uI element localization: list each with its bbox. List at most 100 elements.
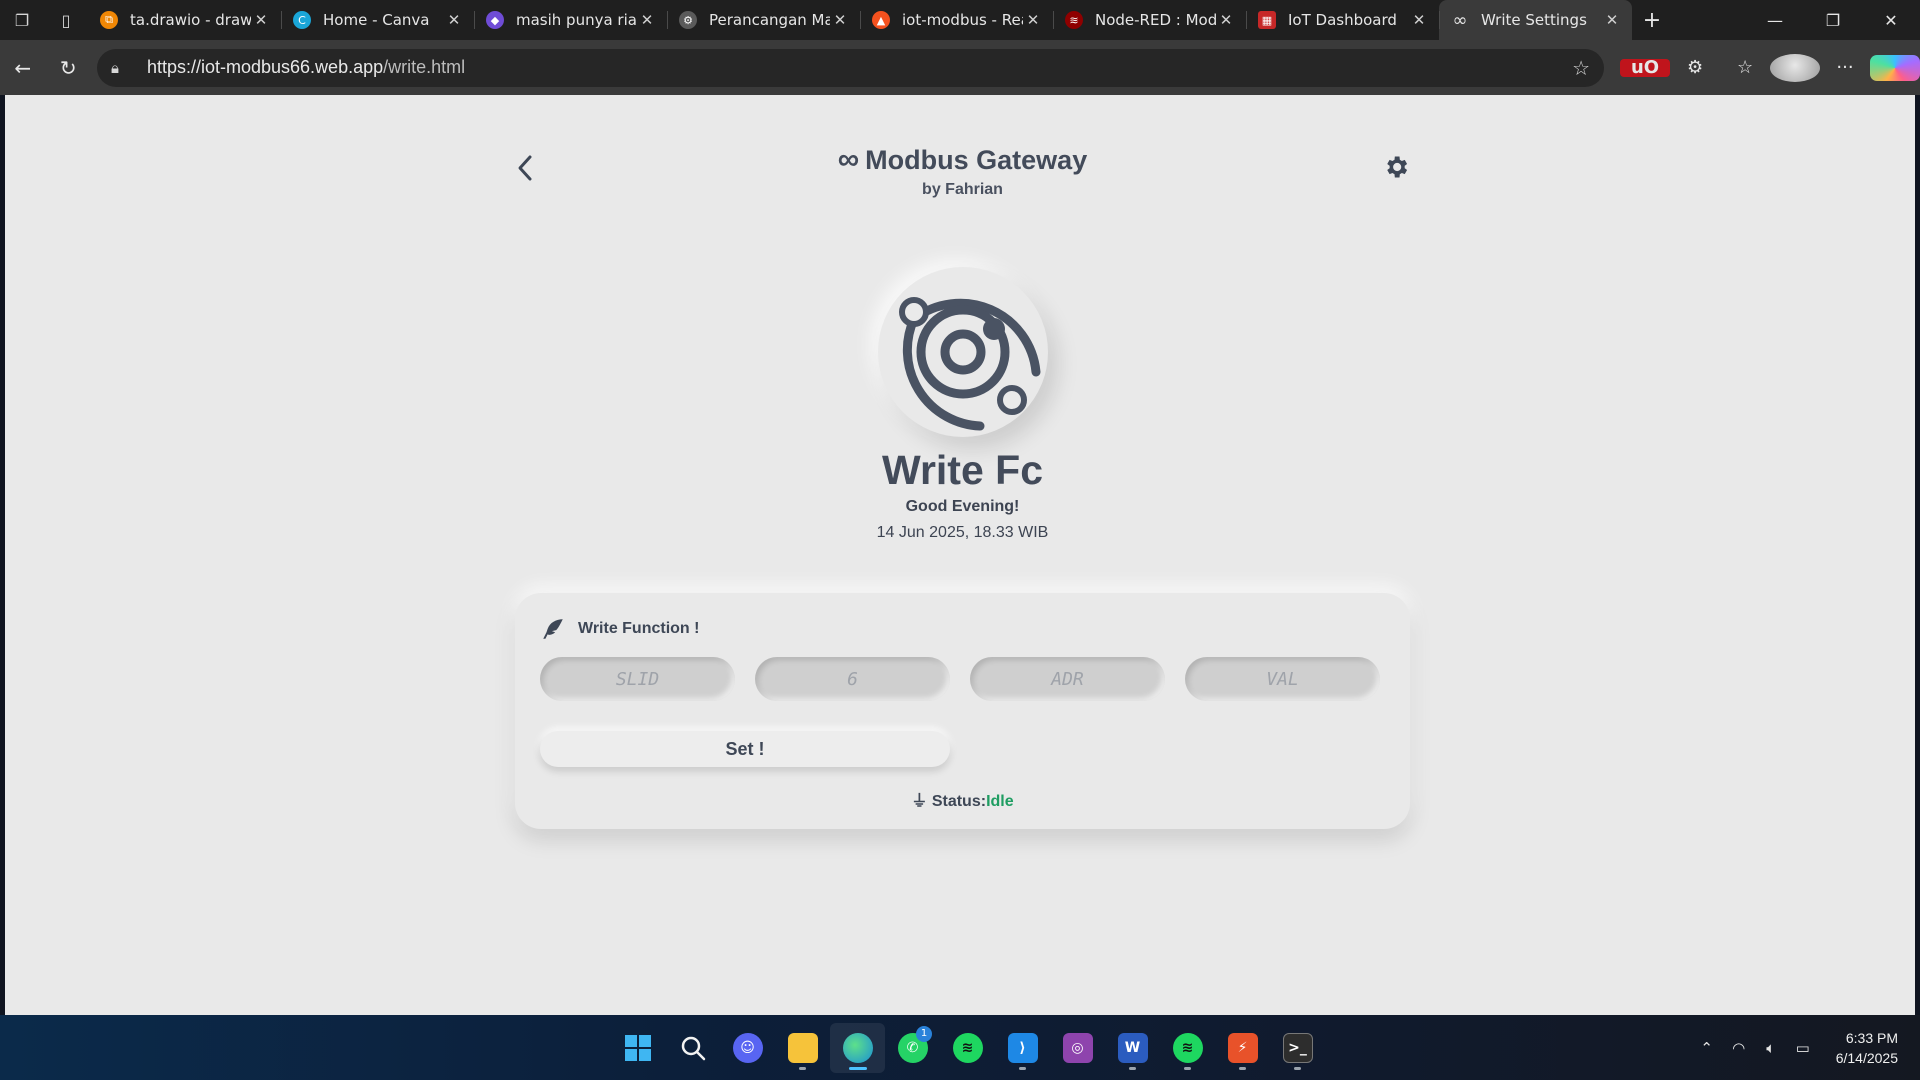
favorites-icon[interactable]: ☆ (1720, 57, 1770, 78)
volume-icon[interactable]: 🔈︎ (1756, 1039, 1786, 1057)
profile-avatar[interactable] (1770, 53, 1821, 82)
search-icon (681, 1036, 705, 1060)
more-menu-icon[interactable]: ··· (1820, 57, 1870, 78)
tab-title: iot-modbus - Rea (902, 11, 1023, 29)
tab-iot-dashboard[interactable]: ▦ IoT Dashboard ✕ (1246, 0, 1439, 40)
start-button[interactable] (610, 1023, 665, 1073)
reader-icon: ⚡ (1227, 1032, 1258, 1063)
chevron-up-icon[interactable]: ⌃ (1692, 1039, 1722, 1057)
app-icon: ◆ (486, 11, 504, 29)
discord-app[interactable]: ☺ (720, 1023, 775, 1073)
tab-firebase[interactable]: ▲ iot-modbus - Rea ✕ (860, 0, 1053, 40)
close-icon[interactable]: ✕ (1409, 11, 1429, 29)
dashboard-icon: ▦ (1258, 11, 1276, 29)
settings-gear-icon[interactable] (1382, 153, 1410, 181)
slave-id-input[interactable] (540, 657, 735, 701)
app-container: ∞ Modbus Gateway by Fahrian Write Fc Good… (515, 135, 1410, 829)
vertical-tabs-icon[interactable]: ▯ (44, 0, 88, 40)
edge-icon (842, 1032, 873, 1063)
greeting-text: Good Evening! (905, 498, 1020, 515)
close-icon[interactable]: ✕ (1216, 11, 1236, 29)
brand-subtitle: by Fahrian (922, 181, 1003, 198)
refresh-icon[interactable]: ↻ (45, 45, 90, 91)
file-explorer-app[interactable] (775, 1023, 830, 1073)
purple-app[interactable]: ◎ (1050, 1023, 1105, 1073)
edge-app[interactable] (830, 1022, 885, 1073)
extensions-icon[interactable]: ⚙ (1670, 57, 1720, 78)
feather-pen-icon (543, 619, 563, 639)
tab-node-red[interactable]: ≋ Node-RED : Modb ✕ (1053, 0, 1246, 40)
word-app[interactable]: W (1105, 1023, 1160, 1073)
infinity-icon: ∞ (1452, 9, 1468, 31)
tab-write-settings[interactable]: ∞ Write Settings ✕ (1439, 0, 1632, 40)
clock-time: 6:33 PM (1845, 1029, 1898, 1046)
close-icon[interactable]: ✕ (1023, 11, 1043, 29)
plug-icon: ⏚ (911, 793, 928, 810)
app-icon: ◎ (1062, 1032, 1093, 1063)
page-viewport: ∞ Modbus Gateway by Fahrian Write Fc Good… (5, 95, 1915, 1015)
url-text: https://iot-modbus66.web.app/write.html (146, 57, 466, 77)
tab-title: Node-RED : Modb (1095, 11, 1216, 29)
ublock-icon[interactable]: uO (1620, 57, 1671, 78)
favorite-star-icon[interactable]: ☆ (1572, 56, 1590, 80)
tab-drawio[interactable]: ⧉ ta.drawio - draw.io ✕ (88, 0, 281, 40)
address-input[interactable] (970, 657, 1165, 701)
reader-app[interactable]: ⚡ (1215, 1023, 1270, 1073)
terminal-icon: >_ (1282, 1032, 1313, 1063)
notification-badge: 1 (916, 1025, 932, 1042)
toolbar-icons: uO ⚙ ☆ ··· (1620, 53, 1920, 82)
function-code-input[interactable] (755, 657, 950, 701)
status-value: Idle (986, 793, 1014, 810)
chatgpt-icon: ⚙ (679, 11, 697, 29)
status-label: Status: (931, 793, 987, 810)
value-input[interactable] (1185, 657, 1380, 701)
discord-icon: ☺ (732, 1032, 763, 1063)
close-icon[interactable]: ✕ (1602, 11, 1622, 29)
wifi-icon[interactable]: ◠ (1724, 1039, 1754, 1057)
spotify-app[interactable]: ≋ (940, 1023, 995, 1073)
tab-title: Perancangan Mas (709, 11, 830, 29)
orbit-logo-icon (898, 297, 1040, 431)
word-icon: W (1117, 1032, 1148, 1063)
clock-date: 6/14/2025 (1835, 1049, 1898, 1066)
minimize-icon[interactable]: — (1746, 0, 1804, 40)
terminal-app[interactable]: >_ (1270, 1023, 1325, 1073)
windows-taskbar: ☺ ✆ 1 ≋ ⟩ ◎ W ≋ ⚡ >_ ⌃ ◠ 🔈︎ ▭ 6:33 PM 6/1… (0, 1015, 1920, 1080)
set-button[interactable]: Set ! (540, 731, 950, 767)
close-icon[interactable]: ✕ (444, 11, 464, 29)
battery-icon[interactable]: ▭ (1788, 1039, 1818, 1057)
vscode-icon: ⟩ (1007, 1032, 1038, 1063)
tab-title: IoT Dashboard (1288, 11, 1397, 29)
write-function-card: Write Function ! Set ! ⏚ Status:Idle (515, 593, 1410, 829)
infinity-icon: ∞ (837, 143, 860, 176)
close-icon[interactable]: ✕ (637, 11, 657, 29)
tab-title: ta.drawio - draw.io (130, 11, 251, 29)
card-header: Write Function ! (540, 601, 1385, 657)
new-tab-button[interactable]: + (1632, 8, 1672, 33)
back-arrow-icon[interactable]: ← (0, 45, 45, 91)
tab-rian[interactable]: ◆ masih punya rian ✕ (474, 0, 667, 40)
lock-icon[interactable]: 🔒︎ (111, 59, 133, 77)
close-icon[interactable]: ✕ (251, 11, 271, 29)
search-button[interactable] (665, 1023, 720, 1073)
workspaces-icon[interactable]: ❐ (0, 0, 44, 40)
address-bar[interactable]: 🔒︎ https://iot-modbus66.web.app/write.ht… (96, 48, 1605, 87)
node-red-icon: ≋ (1065, 11, 1083, 29)
brand-title: ∞ Modbus Gateway (837, 143, 1088, 176)
tab-canva[interactable]: C Home - Canva ✕ (281, 0, 474, 40)
close-window-icon[interactable]: ✕ (1862, 0, 1920, 40)
copilot-icon[interactable] (1870, 54, 1920, 81)
firebase-icon: ▲ (872, 11, 890, 29)
tab-perancangan[interactable]: ⚙ Perancangan Mas ✕ (667, 0, 860, 40)
browser-toolbar: ← ↻ 🔒︎ https://iot-modbus66.web.app/writ… (0, 40, 1920, 95)
app-header: ∞ Modbus Gateway by Fahrian (515, 135, 1410, 215)
folder-icon (787, 1032, 818, 1063)
close-icon[interactable]: ✕ (830, 11, 850, 29)
vscode-app[interactable]: ⟩ (995, 1023, 1050, 1073)
drawio-icon: ⧉ (100, 11, 118, 29)
whatsapp-app[interactable]: ✆ 1 (885, 1023, 940, 1073)
spotify-app-2[interactable]: ≋ (1160, 1023, 1215, 1073)
restore-icon[interactable]: ❐ (1804, 0, 1862, 40)
spotify-icon: ≋ (1172, 1032, 1203, 1063)
clock[interactable]: 6:33 PM 6/14/2025 (1818, 1028, 1920, 1068)
